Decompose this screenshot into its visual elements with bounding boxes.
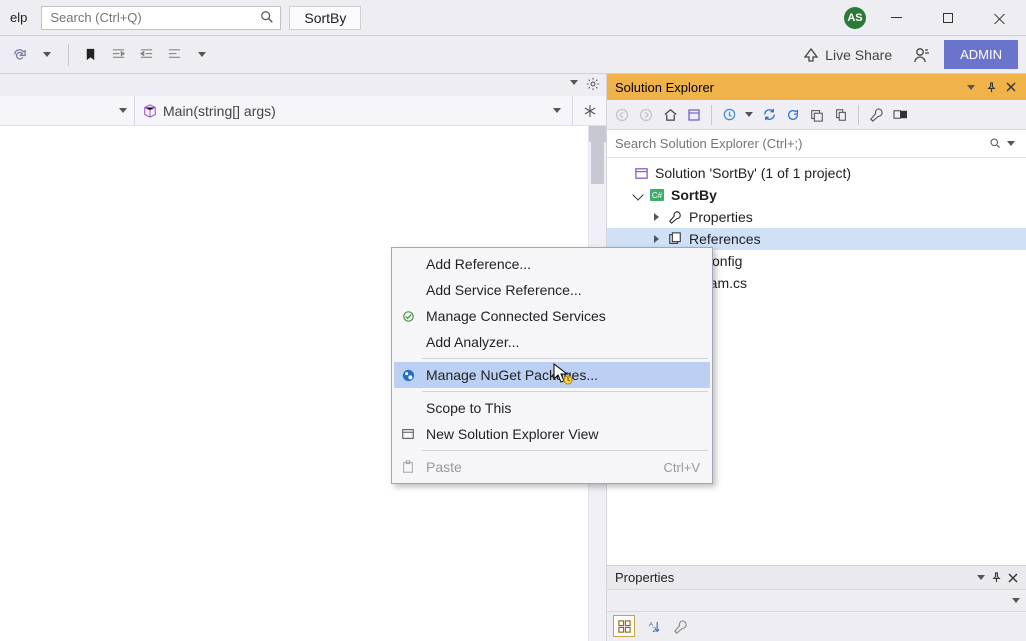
filter-dropdown-caret[interactable] <box>742 112 756 117</box>
properties-title: Properties <box>615 570 971 585</box>
menu-paste: Paste Ctrl+V <box>394 454 710 480</box>
alphabetical-view-icon[interactable]: AZ <box>641 615 663 637</box>
nuget-icon <box>398 365 418 385</box>
toolbar-overflow-caret[interactable] <box>191 44 213 66</box>
references-icon <box>667 231 683 247</box>
navigation-bar: Main(string[] args) <box>0 96 606 126</box>
menu-manage-nuget-packages[interactable]: Manage NuGet Packages... <box>394 362 710 388</box>
title-bar: elp SortBy AS <box>0 0 1026 36</box>
property-pages-icon[interactable] <box>669 615 691 637</box>
tree-solution-node[interactable]: Solution 'SortBy' (1 of 1 project) <box>607 162 1026 184</box>
window-close-button[interactable] <box>978 3 1022 33</box>
command-bar: Live Share ADMIN <box>0 36 1026 74</box>
show-all-files-icon[interactable] <box>830 104 852 126</box>
search-icon <box>989 137 1002 150</box>
expand-toggle-icon[interactable] <box>649 210 663 224</box>
solution-explorer-toolbar <box>607 100 1026 130</box>
properties-object-combo[interactable] <box>607 590 1026 612</box>
menu-manage-connected-services[interactable]: Manage Connected Services <box>394 303 710 329</box>
split-editor-button[interactable] <box>572 96 606 125</box>
panel-dropdown-icon[interactable] <box>964 80 978 94</box>
collapse-all-icon[interactable] <box>806 104 828 126</box>
wrench-icon <box>667 209 683 225</box>
search-icon <box>260 10 274 24</box>
sync-active-doc-icon[interactable] <box>758 104 780 126</box>
refresh-icon[interactable] <box>782 104 804 126</box>
nav-back-icon[interactable] <box>611 104 633 126</box>
help-menu[interactable]: elp <box>4 6 33 29</box>
indent-right-icon[interactable] <box>135 44 157 66</box>
nav-forward-icon[interactable] <box>635 104 657 126</box>
panel-pin-icon[interactable] <box>991 572 1002 583</box>
home-icon[interactable] <box>659 104 681 126</box>
connected-services-icon <box>398 306 418 326</box>
properties-icon[interactable] <box>865 104 887 126</box>
csharp-project-icon: C# <box>649 187 665 203</box>
panel-close-icon[interactable] <box>1008 573 1018 583</box>
dropdown-caret[interactable] <box>36 44 58 66</box>
feedback-button[interactable] <box>908 41 936 69</box>
properties-label: Properties <box>687 207 753 228</box>
admin-button[interactable]: ADMIN <box>944 40 1018 69</box>
expand-toggle-icon[interactable] <box>631 188 645 202</box>
categorized-view-icon[interactable] <box>613 615 635 637</box>
solution-explorer-titlebar[interactable]: Solution Explorer <box>607 74 1026 100</box>
panel-close-icon[interactable] <box>1004 80 1018 94</box>
menu-add-analyzer[interactable]: Add Analyzer... <box>394 329 710 355</box>
search-options-caret[interactable] <box>1004 141 1018 146</box>
window-minimize-button[interactable] <box>874 3 918 33</box>
expand-toggle-icon[interactable] <box>649 232 663 246</box>
user-avatar[interactable]: AS <box>844 7 866 29</box>
paste-icon <box>398 457 418 477</box>
solution-icon <box>633 165 649 181</box>
quick-launch-search[interactable] <box>41 6 281 30</box>
solution-explorer-title: Solution Explorer <box>615 80 958 95</box>
menu-add-reference[interactable]: Add Reference... <box>394 251 710 277</box>
tree-properties-node[interactable]: Properties <box>607 206 1026 228</box>
pending-changes-filter-icon[interactable] <box>718 104 740 126</box>
nav-member-dropdown[interactable]: Main(string[] args) <box>135 96 572 125</box>
properties-panel-titlebar[interactable]: Properties <box>607 565 1026 589</box>
menu-scope-to-this[interactable]: Scope to This <box>394 395 710 421</box>
panel-pin-icon[interactable] <box>984 80 998 94</box>
live-share-label: Live Share <box>825 47 892 63</box>
project-name-button[interactable]: SortBy <box>289 6 361 30</box>
nav-scope-dropdown[interactable] <box>0 96 135 125</box>
window-restore-button[interactable] <box>926 3 970 33</box>
tab-dropdown-caret[interactable] <box>570 80 578 85</box>
solution-label: Solution 'SortBy' (1 of 1 project) <box>653 163 851 184</box>
solution-explorer-search[interactable] <box>607 130 1026 158</box>
panel-dropdown-icon[interactable] <box>977 575 985 580</box>
tree-project-node[interactable]: C# SortBy <box>607 184 1026 206</box>
document-tab-well <box>0 74 606 96</box>
comment-icon[interactable] <box>163 44 185 66</box>
preview-selected-icon[interactable] <box>889 104 911 126</box>
search-input[interactable] <box>50 10 272 25</box>
properties-toolbar: AZ <box>607 612 1026 640</box>
tab-settings-gear-icon[interactable] <box>586 77 600 91</box>
references-context-menu: Add Reference... Add Service Reference..… <box>391 247 713 484</box>
new-view-icon <box>398 424 418 444</box>
solution-search-input[interactable] <box>615 136 1018 151</box>
project-label: SortBy <box>669 185 717 206</box>
switch-view-icon[interactable] <box>683 104 705 126</box>
nav-member-label: Main(string[] args) <box>163 103 276 119</box>
indent-left-icon[interactable] <box>107 44 129 66</box>
menu-new-solution-explorer-view[interactable]: New Solution Explorer View <box>394 421 710 447</box>
properties-panel-body: AZ <box>607 589 1026 641</box>
redo-button[interactable] <box>8 44 30 66</box>
svg-text:C#: C# <box>652 191 663 200</box>
bookmark-icon[interactable] <box>79 44 101 66</box>
menu-add-service-reference[interactable]: Add Service Reference... <box>394 277 710 303</box>
live-share-button[interactable]: Live Share <box>795 43 900 67</box>
